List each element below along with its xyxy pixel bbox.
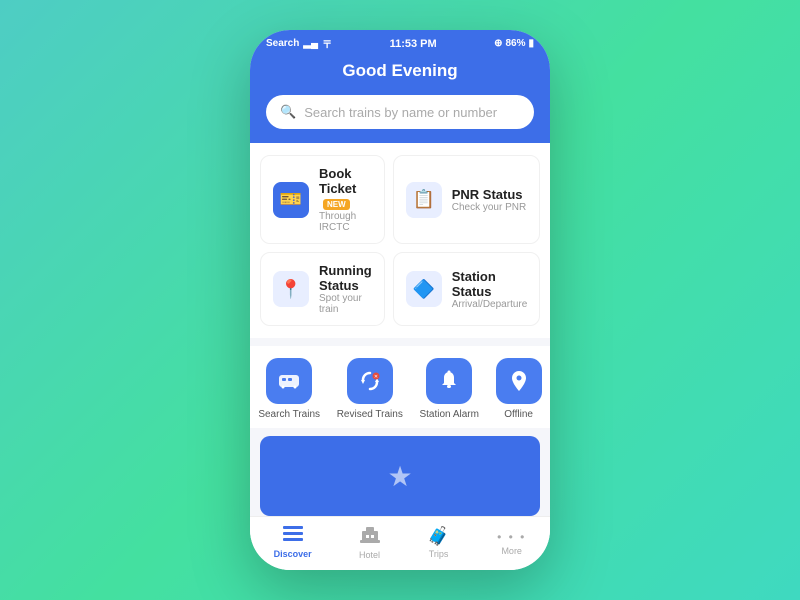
discover-label: Discover [274, 549, 312, 559]
status-bar: Search ▂▄ 〒 11:53 PM ⊕ 86% ▮ [250, 30, 550, 55]
search-icon: 🔍 [280, 104, 296, 120]
location-icon: ⊕ [494, 38, 502, 49]
station-alarm-svg [437, 369, 461, 393]
shortcut-offline[interactable]: Offline [496, 358, 542, 420]
greeting-text: Good Evening [266, 61, 534, 81]
book-ticket-card[interactable]: 🎫 Book Ticket NEW Through IRCTC [260, 155, 385, 244]
search-bar[interactable]: 🔍 Search trains by name or number [266, 95, 534, 129]
revised-trains-label: Revised Trains [337, 409, 403, 420]
search-wrapper: 🔍 Search trains by name or number [250, 95, 550, 143]
svg-text:✕: ✕ [374, 374, 378, 380]
status-time: 11:53 PM [390, 38, 437, 50]
pnr-status-title: PNR Status [452, 187, 526, 202]
shortcut-station-alarm[interactable]: Station Alarm [419, 358, 478, 420]
revised-trains-icon-bg: ✕ [347, 358, 393, 404]
search-trains-label: Search Trains [258, 409, 320, 420]
station-status-card[interactable]: 🔷 Station Status Arrival/Departure [393, 252, 541, 326]
offline-icon-bg [496, 358, 542, 404]
promo-banner[interactable]: ★ [260, 436, 540, 516]
more-label: More [501, 546, 522, 556]
book-ticket-text: Book Ticket NEW Through IRCTC [319, 166, 372, 233]
station-status-text: Station Status Arrival/Departure [452, 269, 528, 310]
trips-label: Trips [429, 549, 449, 559]
running-status-text: Running Status Spot your train [319, 263, 372, 315]
wifi-icon: 〒 [322, 36, 332, 51]
search-trains-svg [277, 369, 301, 393]
running-status-title: Running Status [319, 263, 372, 293]
pnr-status-text: PNR Status Check your PNR [452, 187, 526, 213]
pnr-status-card[interactable]: 📋 PNR Status Check your PNR [393, 155, 541, 244]
trips-icon: 🧳 [427, 526, 449, 547]
nav-discover[interactable]: Discover [274, 526, 312, 559]
shortcuts-row: Search Trains ✕ Revised Trains [250, 346, 550, 428]
revised-trains-svg: ✕ [358, 369, 382, 393]
offline-label: Offline [504, 409, 533, 420]
offline-svg [507, 369, 531, 393]
station-status-subtitle: Arrival/Departure [452, 299, 528, 310]
pnr-status-subtitle: Check your PNR [452, 202, 526, 213]
shortcut-search-trains[interactable]: Search Trains [258, 358, 320, 420]
running-status-subtitle: Spot your train [319, 293, 372, 315]
search-input-placeholder: Search trains by name or number [304, 105, 497, 120]
nav-trips[interactable]: 🧳 Trips [427, 526, 449, 559]
more-icon: • • • [497, 530, 526, 544]
discover-icon [283, 526, 303, 547]
shortcut-revised-trains[interactable]: ✕ Revised Trains [337, 358, 403, 420]
status-search-label: Search [266, 38, 299, 49]
nav-more[interactable]: • • • More [497, 530, 526, 556]
book-ticket-subtitle: Through IRCTC [319, 211, 372, 233]
status-left: Search ▂▄ 〒 [266, 36, 332, 51]
running-status-card[interactable]: 📍 Running Status Spot your train [260, 252, 385, 326]
content-area: 🎫 Book Ticket NEW Through IRCTC 📋 PNR St… [250, 143, 550, 516]
quick-actions-grid: 🎫 Book Ticket NEW Through IRCTC 📋 PNR St… [250, 143, 550, 338]
station-status-icon: 🔷 [406, 271, 442, 307]
nav-hotel[interactable]: Hotel [359, 525, 380, 560]
station-status-title: Station Status [452, 269, 528, 299]
banner-star-icon: ★ [387, 460, 412, 493]
new-badge: NEW [323, 199, 350, 210]
book-ticket-icon: 🎫 [273, 182, 309, 218]
phone-frame: Search ▂▄ 〒 11:53 PM ⊕ 86% ▮ Good Evenin… [250, 30, 550, 570]
station-alarm-icon-bg [426, 358, 472, 404]
status-right: ⊕ 86% ▮ [494, 38, 534, 49]
hotel-label: Hotel [359, 550, 380, 560]
battery-icon: ▮ [528, 38, 534, 49]
pnr-status-icon: 📋 [406, 182, 442, 218]
signal-icon: ▂▄ [303, 38, 318, 49]
battery-level: 86% [505, 38, 525, 49]
bottom-nav: Discover Hotel 🧳 Trips • • • More [250, 516, 550, 570]
hotel-icon [360, 525, 380, 548]
station-alarm-label: Station Alarm [419, 409, 478, 420]
running-status-icon: 📍 [273, 271, 309, 307]
book-ticket-title: Book Ticket NEW [319, 166, 372, 211]
app-header: Good Evening [250, 55, 550, 95]
search-trains-icon-bg [266, 358, 312, 404]
